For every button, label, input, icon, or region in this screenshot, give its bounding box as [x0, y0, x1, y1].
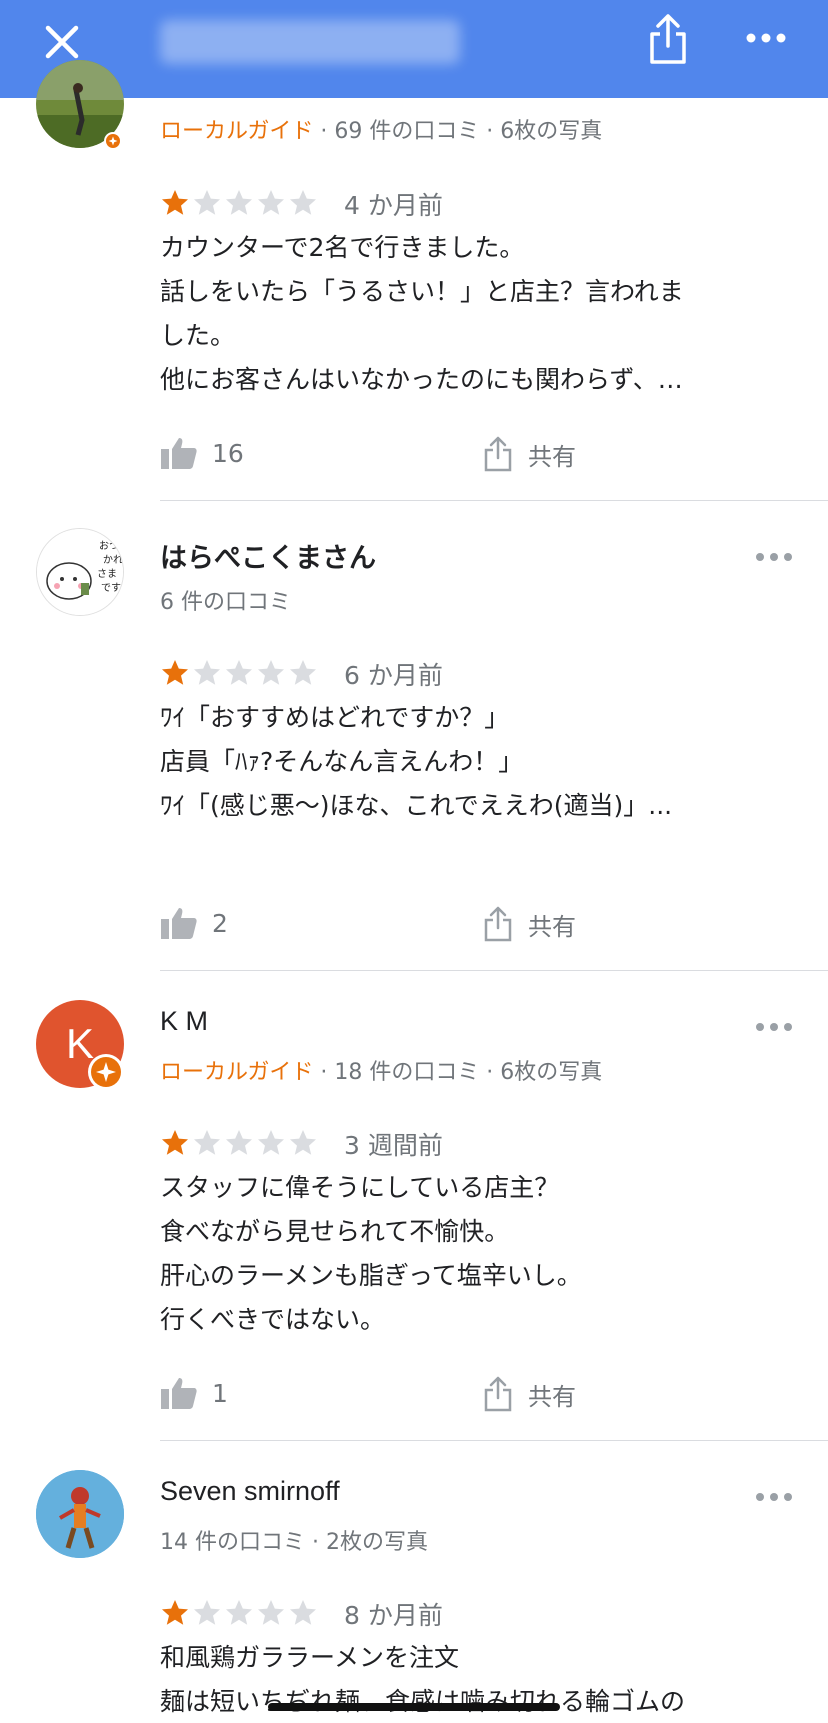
- star-empty-icon: [290, 1600, 316, 1625]
- like-count: 2: [212, 908, 228, 938]
- reviewer-meta: 6 件の口コミ: [160, 590, 291, 615]
- local-guide-badge-icon: [88, 1054, 124, 1090]
- star-empty-icon: [258, 660, 284, 685]
- review-line: スタッフに偉そうにしている店主？: [160, 1173, 560, 1202]
- thumbs-up-icon: [161, 438, 197, 469]
- svg-text:です: です: [101, 582, 121, 594]
- reviewer-name[interactable]: K M: [160, 1006, 208, 1037]
- review-time: 8 か月前: [344, 1601, 443, 1630]
- review-time: 3 週間前: [344, 1131, 443, 1160]
- star-filled-icon: [162, 190, 188, 215]
- star-filled-icon: [162, 660, 188, 685]
- share-icon: [484, 906, 512, 942]
- star-empty-icon: [258, 1130, 284, 1155]
- star-empty-icon: [290, 1130, 316, 1155]
- top-app-bar: [0, 0, 828, 98]
- like-button[interactable]: 2: [160, 906, 228, 940]
- thumbs-up-icon: [161, 908, 197, 939]
- star-empty-icon: [226, 660, 252, 685]
- share-button[interactable]: 共有: [484, 1376, 576, 1412]
- review-line: ﾜｲ「おすすめはどれですか？」: [160, 703, 510, 732]
- share-button[interactable]: 共有: [484, 906, 576, 942]
- local-guide-label[interactable]: ローカルガイド: [160, 119, 313, 144]
- place-title-blurred: [160, 20, 460, 64]
- review-line: 肝心のラーメンも脂ぎって塩辛いし。: [160, 1261, 582, 1290]
- like-button[interactable]: 1: [160, 1376, 228, 1410]
- reviewer-meta: 14 件の口コミ · 2枚の写真: [160, 1530, 428, 1555]
- reviewer-name[interactable]: はらぺこくまさん: [160, 536, 376, 575]
- share-icon: [484, 436, 512, 472]
- more-icon[interactable]: [744, 26, 788, 50]
- share-button[interactable]: 共有: [484, 436, 576, 472]
- share-label: 共有: [528, 442, 576, 471]
- more-options-icon[interactable]: [754, 1488, 794, 1501]
- star-empty-icon: [290, 190, 316, 215]
- star-rating: [160, 658, 318, 688]
- like-button[interactable]: 16: [160, 436, 244, 470]
- like-count: 16: [212, 438, 244, 468]
- star-empty-icon: [226, 190, 252, 215]
- reviewer-meta: ローカルガイド · 69 件の口コミ · 6枚の写真: [160, 113, 602, 145]
- review-counts: · 69 件の口コミ · 6枚の写真: [320, 119, 603, 144]
- review-line: ﾜｲ「(感じ悪〜)ほな、これでええわ(適当)」...: [160, 791, 673, 820]
- star-rating: [160, 188, 318, 218]
- star-empty-icon: [226, 1130, 252, 1155]
- review-line: 行くべきではない。: [160, 1305, 386, 1334]
- star-rating: [160, 1128, 318, 1158]
- star-rating: [160, 1598, 318, 1628]
- review-text[interactable]: ﾜｲ「おすすめはどれですか？」 店員「ﾊｧ?そんなん言えんわ！」 ﾜｲ「(感じ悪…: [160, 696, 780, 828]
- review-line: 話しをいたら「うるさい！」と店主？言われま: [160, 277, 684, 306]
- thumbs-up-icon: [161, 1378, 197, 1409]
- star-empty-icon: [194, 1130, 220, 1155]
- review-time: 6 か月前: [344, 661, 443, 690]
- review-time: 4 か月前: [344, 191, 443, 220]
- reviewer-name[interactable]: Seven smirnoff: [160, 1476, 340, 1507]
- svg-text:おつ: おつ: [99, 540, 119, 552]
- more-options-icon[interactable]: [754, 548, 794, 561]
- star-empty-icon: [290, 660, 316, 685]
- review-counts: · 18 件の口コミ · 6枚の写真: [320, 1060, 603, 1085]
- share-icon: [484, 1376, 512, 1412]
- avatar[interactable]: おつかれさまです: [36, 528, 124, 616]
- divider: [160, 1440, 828, 1441]
- review-line: 他にお客さんはいなかったのにも関わらず、…: [160, 365, 683, 394]
- review-text[interactable]: スタッフに偉そうにしている店主？ 食べながら見せられて不愉快。 肝心のラーメンも…: [160, 1166, 780, 1342]
- svg-text:かれ: かれ: [103, 554, 123, 566]
- review-text[interactable]: カウンターで2名で行きました。 話しをいたら「うるさい！」と店主？言われま した…: [160, 226, 780, 402]
- share-icon[interactable]: [644, 12, 692, 66]
- star-empty-icon: [226, 1600, 252, 1625]
- review-line: した。: [160, 321, 236, 350]
- star-empty-icon: [194, 1600, 220, 1625]
- star-empty-icon: [194, 660, 220, 685]
- star-filled-icon: [162, 1600, 188, 1625]
- scroll-indicator: [268, 1703, 560, 1711]
- divider: [160, 500, 828, 501]
- share-label: 共有: [528, 912, 576, 941]
- star-filled-icon: [162, 1130, 188, 1155]
- more-options-icon[interactable]: [754, 1018, 794, 1031]
- local-guide-badge-icon: [104, 132, 122, 150]
- star-empty-icon: [258, 1600, 284, 1625]
- review-line: 店員「ﾊｧ?そんなん言えんわ！」: [160, 747, 524, 776]
- review-line: 食べながら見せられて不愉快。: [160, 1217, 510, 1246]
- star-empty-icon: [258, 190, 284, 215]
- close-icon[interactable]: [38, 18, 86, 66]
- local-guide-label[interactable]: ローカルガイド: [160, 1060, 313, 1085]
- svg-text:さま: さま: [97, 568, 117, 580]
- star-empty-icon: [194, 190, 220, 215]
- avatar[interactable]: [36, 1470, 124, 1558]
- reviewer-meta: ローカルガイド · 18 件の口コミ · 6枚の写真: [160, 1054, 602, 1086]
- like-count: 1: [212, 1378, 228, 1408]
- share-label: 共有: [528, 1382, 576, 1411]
- review-line: 麺は短いちぢれ麺、食感は噛み切れる輪ゴムの: [160, 1687, 686, 1716]
- divider: [160, 970, 828, 971]
- review-line: カウンターで2名で行きました。: [160, 233, 525, 262]
- review-line: 和風鶏ガララーメンを注文: [160, 1643, 460, 1672]
